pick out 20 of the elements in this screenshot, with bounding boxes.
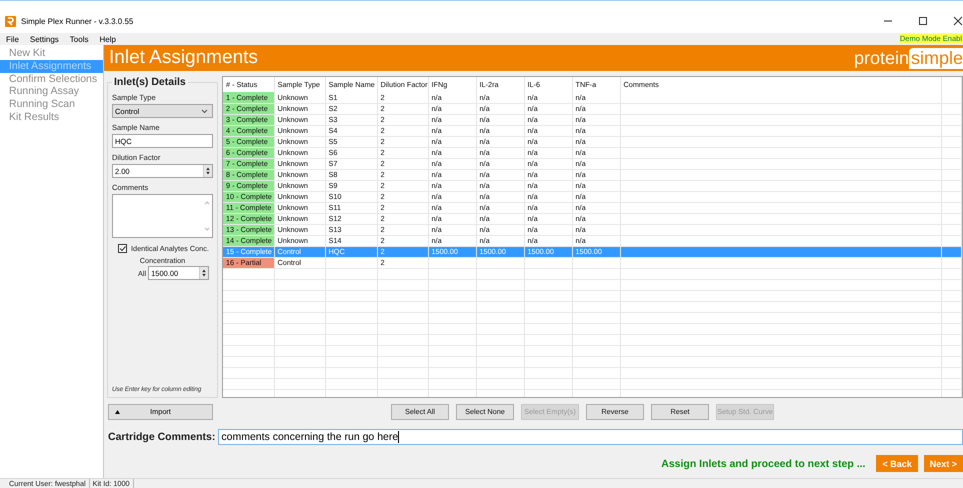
triangle-icon	[115, 410, 120, 414]
page-title: Inlet Assignments	[109, 47, 259, 69]
spinner-arrows-icon[interactable]	[199, 267, 208, 279]
close-icon[interactable]	[953, 16, 963, 26]
field-label: Cartridge Comments:	[108, 431, 216, 443]
panel-title: Inlet(s) Details	[113, 76, 187, 88]
checkbox[interactable]	[118, 244, 127, 253]
menu-item[interactable]: File	[6, 34, 19, 44]
menu-item[interactable]: Tools	[70, 34, 88, 44]
maximize-icon[interactable]	[918, 16, 928, 26]
logo-text: simple	[908, 48, 963, 68]
cartridge-comments-field[interactable]: comments concerning the run go here	[218, 429, 963, 445]
menu-item[interactable]: Help	[99, 34, 116, 44]
menu-item[interactable]: Settings	[30, 34, 59, 44]
window-title: Simple Plex Runner - v.3.3.0.55	[21, 16, 134, 26]
spinner-arrows-icon[interactable]	[203, 165, 212, 177]
chevron-icon	[201, 108, 208, 114]
logo-text: protein	[854, 48, 909, 68]
app-logo-icon	[5, 16, 16, 26]
instruction-text: Assign Inlets and proceed to next step ...	[661, 458, 866, 470]
